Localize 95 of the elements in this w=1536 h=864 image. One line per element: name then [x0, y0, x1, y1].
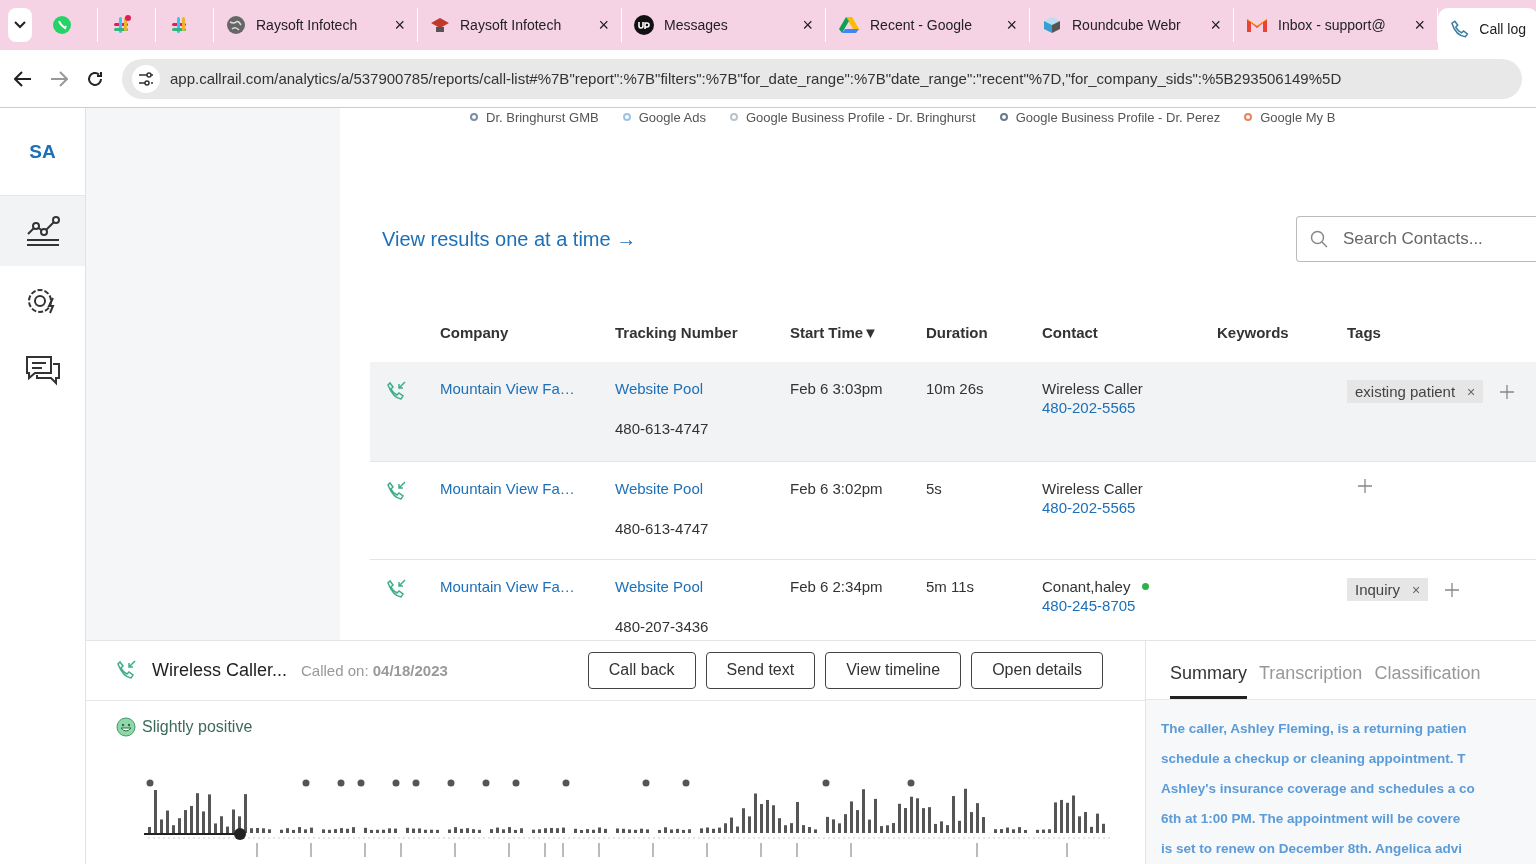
add-icon	[1357, 478, 1373, 494]
incoming-call-icon	[116, 659, 138, 682]
globe-icon	[226, 15, 246, 35]
browser-tab[interactable]: Call log	[1438, 8, 1536, 50]
chat-icon	[24, 354, 61, 388]
duration: 5s	[926, 480, 943, 497]
source-link[interactable]: Website Pool	[615, 578, 790, 595]
reload-icon[interactable]	[86, 69, 104, 88]
source-link[interactable]: Website Pool	[615, 480, 790, 497]
close-tab-button[interactable]: ×	[1414, 14, 1425, 36]
remove-tag-button[interactable]: ×	[1412, 581, 1421, 598]
tab-title: Raysoft Infotech	[460, 17, 563, 33]
legend-item: Google Business Profile - Dr. Perez	[999, 109, 1221, 125]
browser-tab[interactable]: Roundcube Webr ×	[1030, 8, 1234, 42]
cube-icon	[1042, 15, 1062, 35]
incoming-call-icon	[386, 380, 408, 402]
contact-name: Conant,haley	[1042, 578, 1131, 595]
close-tab-button[interactable]: ×	[802, 14, 813, 36]
url-text: app.callrail.com/analytics/a/537900785/reports/call-list#%7B"report":%7B"filters":%7B"for_date_range":%7B"date_range":"recent"%7D,"for_company_sids":%5B293506149%5D	[170, 70, 1342, 87]
contact-name: Wireless Caller	[1042, 380, 1143, 397]
called-on: Called on: 04/18/2023	[301, 661, 448, 679]
caller-name: Wireless Caller...	[152, 659, 288, 681]
column-header: Tags	[1347, 324, 1382, 341]
phone-icon	[1450, 19, 1470, 39]
chevron-down-icon	[14, 21, 26, 29]
duration: 10m 26s	[926, 380, 985, 397]
forward-icon[interactable]	[50, 70, 68, 87]
tracking-number: 480-613-4747	[615, 520, 710, 537]
tab-title: Recent - Google	[870, 17, 973, 33]
browser-tab[interactable]: Raysoft Infotech ×	[214, 8, 418, 42]
action-button[interactable]: Open details	[971, 651, 1103, 689]
close-tab-button[interactable]: ×	[1210, 14, 1221, 36]
browser-tab[interactable]: Recent - Google ×	[826, 8, 1030, 42]
site-settings-icon[interactable]	[132, 64, 160, 93]
column-header: Company	[440, 324, 510, 341]
action-button[interactable]: Send text	[705, 651, 816, 689]
whatsapp-icon	[52, 15, 72, 35]
phone-link[interactable]: 480-202-5565	[1042, 399, 1217, 416]
close-tab-button[interactable]: ×	[598, 14, 609, 36]
legend-item: Google Ads	[622, 109, 706, 125]
column-header: Contact	[1042, 324, 1099, 341]
address-bar[interactable]: app.callrail.com/analytics/a/537900785/reports/call-list#%7B"report":%7B"filters":%7B"for_date_range":%7B"date_range":"recent"%7D,"for_company_sids":%5B293506149%5D	[122, 58, 1522, 99]
add-icon	[1499, 383, 1516, 400]
action-button[interactable]: View timeline	[825, 651, 962, 689]
legend-item: Dr. Bringhurst GMB	[470, 109, 599, 125]
tab-title: Raysoft Infotech	[256, 17, 359, 33]
tab-title: Call log	[1479, 21, 1526, 37]
search-icon	[1310, 230, 1328, 248]
tracking-number: 480-207-3436	[615, 618, 710, 635]
summary-text: The caller, Ashley Fleming, is a returning patien schedule a checkup or cleaning appointment. T Ashley's insurance coverage and schedules a co 6th at 1:00 PM. The appointment will be covere is set to renew on December 8th. Angelica advi	[1161, 720, 1476, 858]
source-link[interactable]: Website Pool	[615, 380, 790, 397]
company-link[interactable]: Mountain View Fa…	[440, 480, 615, 497]
start-time: Feb 6 2:34pm	[790, 578, 884, 595]
tag-label: existing patient	[1355, 383, 1456, 400]
sidebar-item[interactable]	[0, 196, 85, 266]
column-header: Keywords	[1217, 324, 1290, 341]
browser-tab[interactable]: Messages ×	[622, 8, 826, 42]
contact-name: Wireless Caller	[1042, 480, 1143, 497]
start-time: Feb 6 3:03pm	[790, 380, 884, 397]
incoming-call-icon	[386, 480, 408, 502]
phone-link[interactable]: 480-245-8705	[1042, 597, 1217, 614]
add-icon	[1444, 581, 1461, 598]
duration: 5m 11s	[926, 578, 976, 595]
tab-title: Messages	[664, 17, 729, 33]
start-time: Feb 6 3:02pm	[790, 480, 884, 497]
smiley-icon	[116, 716, 136, 737]
logo-icon	[634, 15, 654, 35]
tab-list-button[interactable]	[8, 8, 32, 42]
chart-icon	[24, 214, 61, 248]
action-button[interactable]: Call back	[587, 651, 696, 689]
column-header: Duration	[926, 324, 989, 341]
search-field[interactable]: Search Contacts...	[1296, 216, 1536, 262]
tab-title: Inbox - support@	[1278, 17, 1387, 33]
graduation-cap-icon	[430, 15, 450, 35]
close-tab-button[interactable]: ×	[1006, 14, 1017, 36]
legend-item: Google Business Profile - Dr. Bringhurst	[729, 109, 976, 125]
company-link[interactable]: Mountain View Fa…	[440, 380, 615, 397]
remove-tag-button[interactable]: ×	[1467, 383, 1476, 400]
sentiment-label: Slightly positive	[142, 717, 253, 736]
legend-item: Google My B	[1244, 109, 1336, 125]
column-header[interactable]: Start Time▼	[790, 324, 926, 341]
column-header: Tracking Number	[615, 324, 739, 341]
drive-icon	[838, 15, 860, 35]
back-icon[interactable]	[14, 70, 32, 87]
browser-tab[interactable]: Raysoft Infotech ×	[418, 8, 622, 42]
tracking-number: 480-613-4747	[615, 420, 710, 437]
tab-title: Roundcube Webr	[1072, 17, 1182, 33]
mail-icon	[1246, 16, 1268, 34]
view-results-link[interactable]: View results one at a time →	[382, 227, 637, 251]
incoming-call-icon	[386, 578, 408, 600]
close-tab-button[interactable]: ×	[394, 14, 405, 36]
phone-link[interactable]: 480-202-5565	[1042, 499, 1217, 516]
call-row[interactable]: Mountain View Fa… Website Pool 480-613-4747 Feb 6 3:03pm 10m 26s Wireless Caller 480-202-5565 existing patient ×	[370, 362, 1536, 462]
tag-label: Inquiry	[1355, 581, 1401, 598]
company-link[interactable]: Mountain View Fa…	[440, 578, 615, 595]
